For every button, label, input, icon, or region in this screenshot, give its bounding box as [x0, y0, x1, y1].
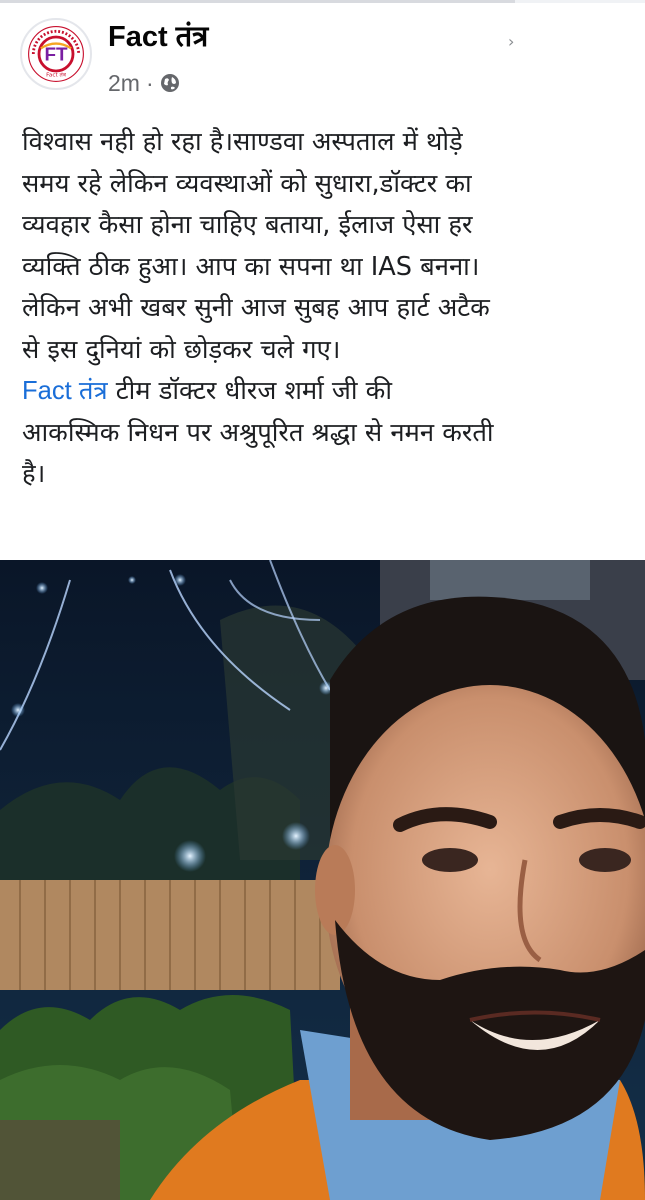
page-name[interactable]: Fact तंत्र: [108, 18, 208, 56]
post-header: FT Fact तंत्र Fact तंत्र 2m · ›: [0, 0, 645, 110]
post-photo[interactable]: [0, 560, 645, 1200]
post-meta: 2m ·: [108, 68, 180, 98]
post-body: विश्वास नही हो रहा है।साण्डवा अस्पताल मे…: [22, 122, 632, 496]
post-text-line: विश्वास नही हो रहा है।साण्डवा अस्पताल मे…: [22, 127, 463, 157]
svg-text:Fact तंत्र: Fact तंत्र: [46, 72, 67, 79]
fact-tantra-logo-icon: FT Fact तंत्र: [23, 21, 89, 87]
post-text-line: व्यवहार कैसा होना चाहिए बताया, ईलाज ऐसा …: [22, 210, 473, 240]
post-text-line: व्यक्ति ठीक हुआ। आप का सपना था IAS बनना।: [22, 251, 480, 282]
globe-icon: [160, 74, 179, 92]
post-text-line: आकस्मिक निधन पर अश्रुपूरित श्रद्धा से नम…: [22, 417, 494, 448]
meta-separator: ·: [145, 69, 154, 96]
svg-text:FT: FT: [44, 45, 68, 66]
post-text-line-with-tag: Fact तंत्र टीम डॉक्टर धीरज शर्मा जी की: [22, 371, 632, 413]
page-avatar[interactable]: FT Fact तंत्र: [20, 18, 92, 90]
post-text-line: लेकिन अभी खबर सुनी आज सुबह आप हार्ट अटैक: [22, 293, 490, 323]
page-tag-link[interactable]: Fact तंत्र: [22, 377, 108, 405]
more-options-icon[interactable]: ›: [508, 32, 514, 51]
portrait-photo: [0, 560, 645, 1200]
post-text-fragment: टीम डॉक्टर धीरज शर्मा जी की: [107, 376, 392, 406]
post-text-line: समय रहे लेकिन व्यवस्थाओं को सुधारा,डॉक्ट…: [22, 168, 472, 199]
post-text-line: है।: [22, 459, 46, 489]
post-text-line: से इस दुनियां को छोड़कर चले गए।: [22, 334, 341, 365]
post-timestamp[interactable]: 2m: [108, 70, 140, 97]
